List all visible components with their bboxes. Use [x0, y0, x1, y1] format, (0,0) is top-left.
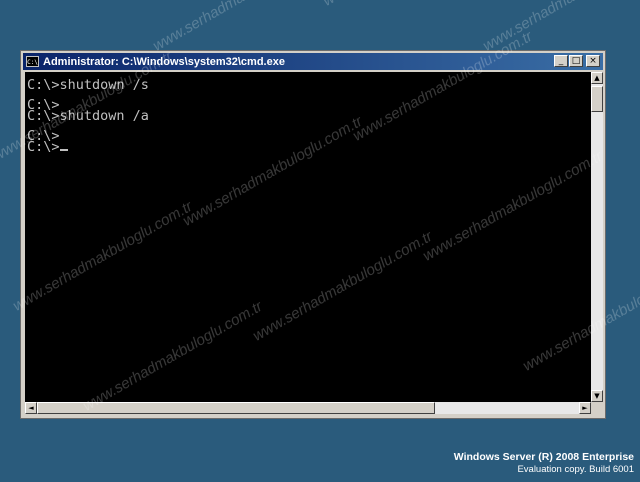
cmd-app-icon[interactable]: C:\: [26, 56, 39, 67]
scroll-left-button[interactable]: ◄: [25, 402, 37, 414]
scroll-down-button[interactable]: ▼: [591, 390, 603, 402]
minimize-button[interactable]: _: [554, 55, 568, 67]
console-line: C:\>: [27, 127, 60, 144]
cmd-window[interactable]: C:\ Administrator: C:\Windows\system32\c…: [20, 50, 606, 419]
console-line: C:\>shutdown /s: [27, 77, 149, 93]
console-line: C:\>: [27, 139, 60, 155]
watermark-text: www.serhadmakbuloglu.com.tr: [480, 0, 640, 55]
title-bar[interactable]: C:\ Administrator: C:\Windows\system32\c…: [23, 53, 603, 70]
close-button[interactable]: ×: [586, 55, 600, 67]
maximize-button[interactable]: □: [569, 55, 583, 67]
vertical-scroll-thumb[interactable]: [591, 86, 603, 112]
console-line: C:\>shutdown /a: [27, 108, 149, 124]
scroll-right-button[interactable]: ►: [579, 402, 591, 414]
scroll-up-button[interactable]: ▲: [591, 72, 603, 84]
prompt-line[interactable]: C:\>: [25, 139, 591, 155]
watermark-text: www.serhadmakbuloglu.com.tr: [320, 0, 505, 10]
product-name: Windows Server (R) 2008 Enterprise: [453, 451, 634, 463]
build-info: Evaluation copy. Build 6001: [517, 464, 634, 475]
window-title: Administrator: C:\Windows\system32\cmd.e…: [43, 55, 285, 68]
horizontal-scrollbar[interactable]: ◄ ►: [25, 402, 591, 414]
watermark-text: www.serhadmakbuloglu.com.tr: [150, 0, 335, 55]
console-output[interactable]: C:\>shutdown /s C:\> C:\>shutdown /a C:\…: [25, 72, 591, 402]
vertical-scrollbar[interactable]: ▲ ▼: [591, 72, 603, 402]
caption-buttons: _ □ ×: [553, 55, 600, 67]
horizontal-scroll-thumb[interactable]: [37, 402, 435, 414]
scrollbar-corner: [591, 402, 603, 414]
text-cursor: [59, 149, 68, 151]
os-branding: Windows Server (R) 2008 Enterprise Evalu…: [454, 451, 634, 476]
